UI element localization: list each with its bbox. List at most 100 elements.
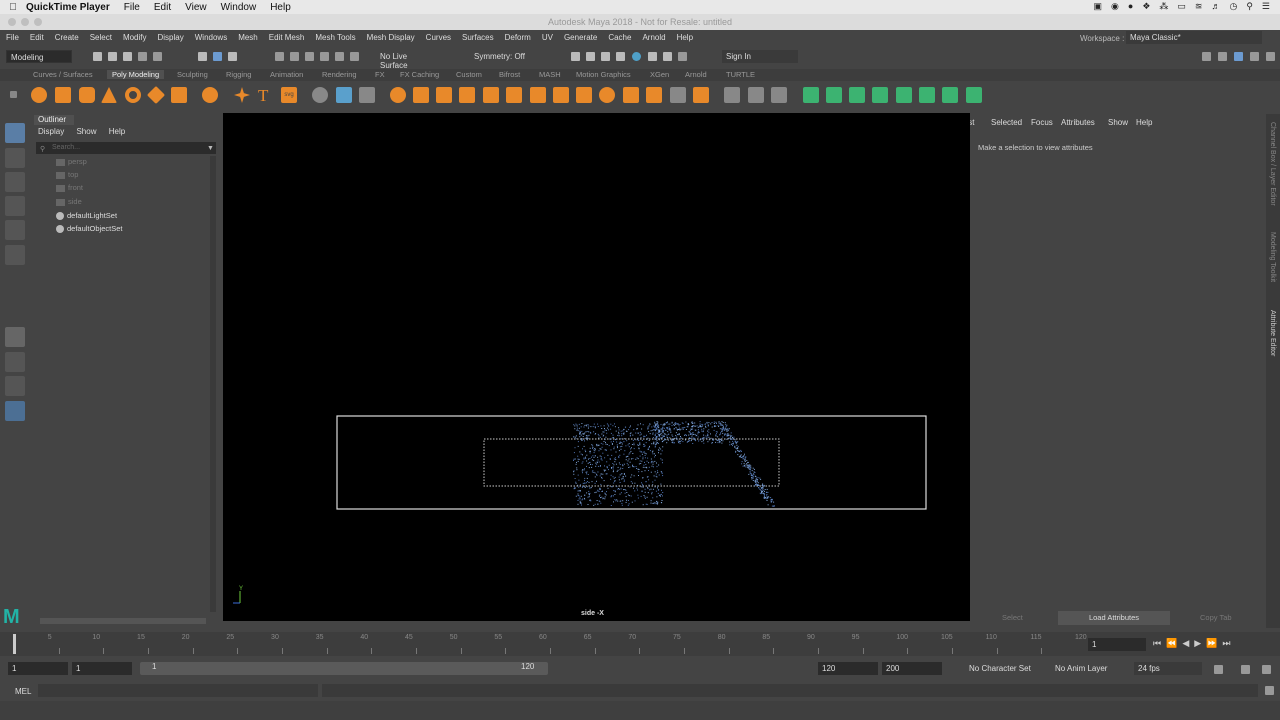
menu-window[interactable]: Window: [221, 2, 257, 13]
menu-app-name[interactable]: QuickTime Player: [26, 2, 110, 13]
render-settings-icon[interactable]: [616, 52, 625, 61]
snap-view-icon[interactable]: [320, 52, 329, 61]
minimize-window-button[interactable]: [21, 18, 29, 26]
bluetooth-icon[interactable]: ⁂: [1159, 1, 1168, 12]
platonic-solid-icon[interactable]: [202, 87, 218, 103]
shelf-tab-curves-surfaces[interactable]: Curves / Surfaces: [33, 70, 93, 79]
attr-menu-selected[interactable]: Selected: [991, 118, 1022, 127]
maya-menu-help[interactable]: Help: [677, 33, 693, 42]
snap-point-icon[interactable]: [305, 52, 314, 61]
maya-menu-create[interactable]: Create: [55, 33, 79, 42]
maya-menu-edit[interactable]: Edit: [30, 33, 44, 42]
separate-icon[interactable]: [336, 87, 352, 103]
channel-box-tab[interactable]: Channel Box / Layer Editor: [1269, 122, 1276, 206]
undo-icon[interactable]: [138, 52, 147, 61]
redo-icon[interactable]: [153, 52, 162, 61]
sculpt-tool-icon[interactable]: [724, 87, 740, 103]
outliner-vertical-scrollbar[interactable]: [210, 156, 216, 612]
viewport-panel[interactable]: Y side -X: [223, 113, 970, 621]
shelf-tab-bifrost[interactable]: Bifrost: [499, 70, 520, 79]
boolean-icon[interactable]: [390, 87, 406, 103]
maya-menu-surfaces[interactable]: Surfaces: [462, 33, 494, 42]
super-shape-icon[interactable]: [234, 87, 250, 103]
shelf-tab-turtle[interactable]: TURTLE: [726, 70, 755, 79]
volume-icon[interactable]: ♬: [1211, 1, 1220, 12]
step-back-frame-icon[interactable]: ◀: [1182, 638, 1194, 648]
scale-tool-icon[interactable]: [5, 245, 25, 265]
modeling-toolkit-tab[interactable]: Modeling Toolkit: [1269, 232, 1276, 282]
move-tool-icon[interactable]: [5, 196, 25, 216]
arnold-render-icon[interactable]: [663, 52, 672, 61]
attr-menu-focus[interactable]: Focus: [1031, 118, 1053, 127]
extract-icon[interactable]: [413, 87, 429, 103]
shelf-tab-rendering[interactable]: Rendering: [322, 70, 357, 79]
step-back-key-icon[interactable]: ⏪: [1166, 638, 1182, 648]
maya-menu-curves[interactable]: Curves: [426, 33, 451, 42]
select-hierarchy-icon[interactable]: [198, 52, 207, 61]
maya-menu-mesh[interactable]: Mesh: [238, 33, 258, 42]
append-polygon-icon[interactable]: [483, 87, 499, 103]
character-set-select[interactable]: No Character Set: [969, 664, 1031, 673]
select-button[interactable]: Select: [1002, 613, 1023, 622]
outliner-layout-icon[interactable]: [5, 401, 25, 421]
maya-menu-select[interactable]: Select: [90, 33, 112, 42]
maya-menu-mesh-display[interactable]: Mesh Display: [367, 33, 415, 42]
workspace-select[interactable]: Maya Classic*: [1126, 31, 1262, 44]
select-tool-icon[interactable]: [5, 123, 25, 143]
poly-disc-icon[interactable]: [171, 87, 187, 103]
shelf-tab-animation[interactable]: Animation: [270, 70, 303, 79]
target-weld-icon[interactable]: [599, 87, 615, 103]
poly-sphere-icon[interactable]: [31, 87, 47, 103]
outliner-item-persp[interactable]: persp: [56, 156, 87, 168]
dropbox-icon[interactable]: ❖: [1142, 1, 1150, 12]
menu-help[interactable]: Help: [270, 2, 291, 13]
zoom-window-button[interactable]: [34, 18, 42, 26]
mirror-icon[interactable]: [436, 87, 452, 103]
shelf-tab-fx-caching[interactable]: FX Caching: [400, 70, 439, 79]
save-scene-icon[interactable]: [123, 52, 132, 61]
shelf-tab-xgen[interactable]: XGen: [650, 70, 669, 79]
fps-select[interactable]: 24 fps: [1134, 662, 1202, 675]
evernote-icon[interactable]: ●: [1128, 1, 1133, 12]
maya-menu-modify[interactable]: Modify: [123, 33, 147, 42]
outliner-item-default-object-set[interactable]: defaultObjectSet: [56, 223, 122, 235]
planar-uv-icon[interactable]: [849, 87, 865, 103]
four-view-layout-icon[interactable]: [5, 352, 25, 372]
channel-box-icon[interactable]: [1266, 52, 1275, 61]
automatic-uv-icon[interactable]: [826, 87, 842, 103]
select-component-icon[interactable]: [228, 52, 237, 61]
render-region-icon[interactable]: [648, 52, 657, 61]
shelf-tab-arnold[interactable]: Arnold: [685, 70, 707, 79]
quad-draw-icon[interactable]: [623, 87, 639, 103]
collapse-icon[interactable]: [646, 87, 662, 103]
notification-icon[interactable]: ☰: [1262, 1, 1270, 12]
playback-start-field[interactable]: 1: [72, 662, 132, 675]
smooth-icon[interactable]: [359, 87, 375, 103]
anim-layer-select[interactable]: No Anim Layer: [1055, 664, 1107, 673]
bevel-icon[interactable]: [530, 87, 546, 103]
menu-edit[interactable]: Edit: [154, 2, 171, 13]
command-language-label[interactable]: MEL: [15, 687, 31, 696]
hypershade-icon[interactable]: [632, 52, 641, 61]
chevron-down-icon[interactable]: ▼: [207, 145, 214, 152]
combine-icon[interactable]: [312, 87, 328, 103]
snap-pivot-icon[interactable]: [350, 52, 359, 61]
outliner-menu-display[interactable]: Display: [38, 127, 64, 136]
maya-menu-windows[interactable]: Windows: [195, 33, 227, 42]
open-scene-icon[interactable]: [108, 52, 117, 61]
maya-menu-edit-mesh[interactable]: Edit Mesh: [269, 33, 305, 42]
step-forward-frame-icon[interactable]: ⏩: [1206, 638, 1222, 648]
start-time-field[interactable]: 1: [8, 662, 68, 675]
copy-tab-button[interactable]: Copy Tab: [1200, 613, 1232, 622]
sync-icon[interactable]: ◉: [1111, 1, 1119, 12]
lasso-tool-icon[interactable]: [5, 148, 25, 168]
shelf-tab-rigging[interactable]: Rigging: [226, 70, 251, 79]
outliner-tab[interactable]: Outliner: [34, 115, 74, 125]
single-view-layout-icon[interactable]: [5, 327, 25, 347]
cut-faces-icon[interactable]: [748, 87, 764, 103]
snap-curve-icon[interactable]: [290, 52, 299, 61]
outliner-item-front[interactable]: front: [56, 182, 83, 194]
outliner-menu-show[interactable]: Show: [76, 127, 96, 136]
shelf-tab-fx[interactable]: FX: [375, 70, 385, 79]
command-input[interactable]: [38, 684, 318, 697]
